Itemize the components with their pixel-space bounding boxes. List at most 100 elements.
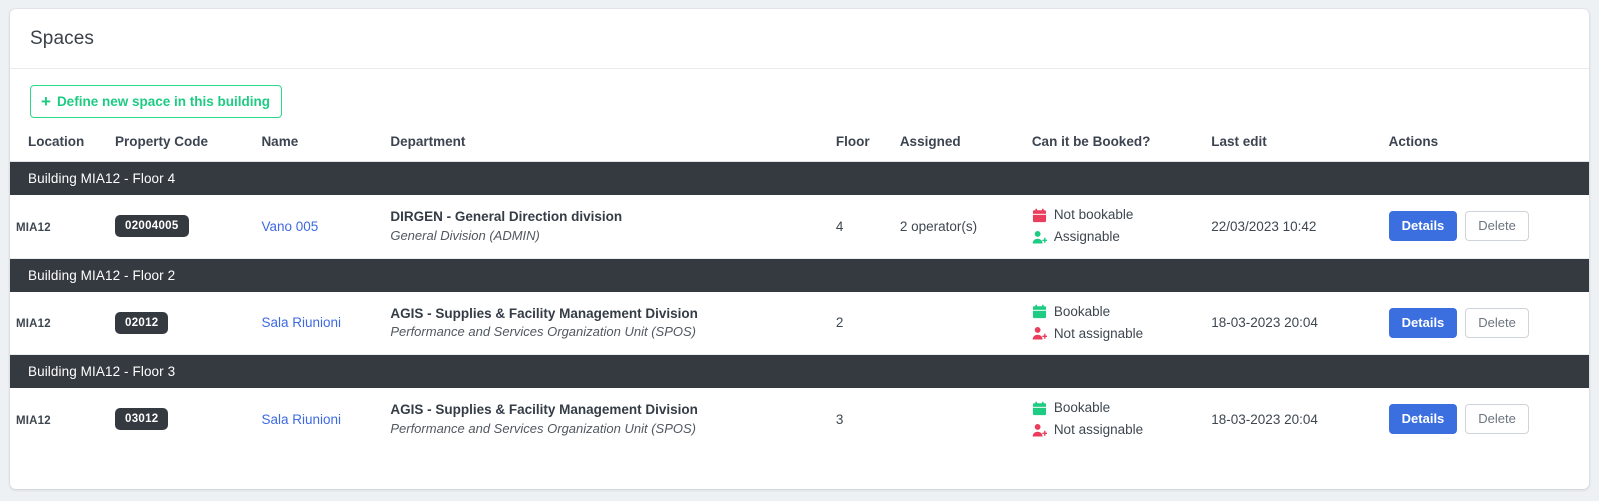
define-new-space-button[interactable]: + Define new space in this building	[30, 85, 282, 118]
column-header-department: Department	[384, 128, 830, 162]
cell-location: MIA12	[10, 291, 109, 355]
column-header-property-code: Property Code	[109, 128, 256, 162]
spaces-card: Spaces + Define new space in this buildi…	[10, 9, 1589, 489]
table-row: MIA12 02004005 Vano 005 DIRGEN - General Di…	[10, 195, 1589, 259]
group-header-row: Building MIA12 - Floor 2	[10, 258, 1589, 292]
column-header-actions: Actions	[1382, 128, 1589, 162]
page-title: Spaces	[30, 27, 94, 49]
property-code-badge: 02012	[115, 311, 169, 334]
floor-value: 2	[835, 315, 844, 331]
cell-assigned	[893, 291, 1026, 355]
table-body: Building MIA12 - Floor 4 MIA12 02004005 Van…	[10, 161, 1589, 451]
assignable-status: Not assignable	[1032, 420, 1199, 440]
delete-button[interactable]: Delete	[1465, 404, 1529, 435]
details-button[interactable]: Details	[1388, 307, 1458, 338]
space-name-link[interactable]: Sala Riunioni	[261, 412, 341, 427]
booking-status: Bookable	[1032, 302, 1199, 322]
location-code: MIA12	[16, 221, 51, 234]
spaces-table: Location Property Code Name Department F…	[10, 128, 1589, 451]
cell-location: MIA12	[10, 388, 109, 451]
cell-can-it-be-booked: Bookable Not assignable	[1025, 291, 1206, 355]
cell-department: AGIS - Supplies & Facility Management Di…	[384, 291, 830, 355]
cell-property-code: 02004005	[109, 195, 256, 259]
cell-floor: 4	[829, 195, 894, 259]
delete-button[interactable]: Delete	[1465, 211, 1529, 242]
table-header-row: Location Property Code Name Department F…	[10, 128, 1589, 162]
row-actions: Details Delete	[1388, 307, 1583, 338]
department-unit: Performance and Services Organization Un…	[390, 324, 696, 340]
assignable-status: Not assignable	[1032, 324, 1199, 344]
group-header-row: Building MIA12 - Floor 4	[10, 161, 1589, 195]
cell-name: Vano 005	[255, 195, 385, 259]
row-actions: Details Delete	[1388, 211, 1583, 242]
cell-property-code: 03012	[109, 388, 255, 451]
group-header-row: Building MIA12 - Floor 3	[10, 354, 1589, 388]
booking-status: Not bookable	[1032, 205, 1199, 225]
person-plus-icon	[1032, 327, 1047, 340]
booking-status-label: Bookable	[1053, 303, 1111, 319]
column-header-location: Location	[10, 128, 109, 162]
cell-last-edit: 18-03-2023 20:04	[1205, 291, 1383, 355]
page-background: Spaces + Define new space in this buildi…	[0, 0, 1599, 501]
cell-name: Sala Riunioni	[255, 388, 384, 451]
table-row: MIA12 02012 Sala Riunioni AGIS - Supplies &…	[10, 291, 1589, 355]
person-plus-icon	[1032, 230, 1047, 244]
plus-icon: +	[41, 91, 51, 111]
location-code: MIA12	[16, 414, 51, 427]
last-edit-value: 18-03-2023 20:04	[1211, 315, 1318, 331]
location-code: MIA12	[16, 318, 51, 331]
column-header-last-edit: Last edit	[1205, 128, 1383, 162]
row-actions: Details Delete	[1388, 404, 1583, 435]
column-header-assigned: Assigned	[893, 128, 1026, 162]
column-header-floor: Floor	[829, 128, 894, 162]
cell-location: MIA12	[10, 195, 109, 259]
department-unit: General Division (ADMIN)	[390, 227, 540, 243]
booking-status-label: Bookable	[1053, 400, 1111, 415]
table-row: MIA12 03012 Sala Riunioni AGIS - Supplies &…	[10, 388, 1589, 451]
assignable-status: Assignable	[1032, 227, 1199, 247]
assignable-status-label: Not assignable	[1053, 422, 1144, 438]
floor-value: 3	[835, 411, 844, 427]
space-name-link[interactable]: Sala Riunioni	[261, 315, 341, 330]
cell-actions: Details Delete	[1382, 291, 1589, 355]
column-header-can-it-be-booked: Can it be Booked?	[1025, 128, 1206, 162]
card-header: Spaces	[10, 9, 1589, 69]
last-edit-value: 22/03/2023 10:42	[1211, 218, 1317, 234]
delete-button[interactable]: Delete	[1465, 307, 1529, 338]
property-code-badge: 03012	[115, 408, 169, 431]
cell-actions: Details Delete	[1383, 388, 1589, 451]
assigned-value: 2 operator(s)	[899, 218, 978, 234]
cell-department: AGIS - Supplies & Facility Management Di…	[384, 388, 830, 451]
details-button[interactable]: Details	[1388, 211, 1458, 242]
calendar-icon	[1032, 304, 1046, 319]
cell-last-edit: 22/03/2023 10:42	[1205, 195, 1383, 259]
table-header: Location Property Code Name Department F…	[10, 128, 1589, 162]
cell-actions: Details Delete	[1382, 195, 1589, 259]
cell-floor: 2	[829, 291, 894, 355]
calendar-icon	[1032, 208, 1046, 222]
group-header-label: Building MIA12 - Floor 4	[10, 161, 1589, 195]
group-header-label: Building MIA12 - Floor 2	[10, 258, 1589, 292]
cell-assigned: 2 operator(s)	[893, 195, 1026, 259]
department-name: AGIS - Supplies & Facility Management Di…	[390, 402, 698, 418]
toolbar: + Define new space in this building	[10, 69, 1589, 128]
assignable-status-label: Assignable	[1053, 229, 1120, 245]
details-button[interactable]: Details	[1388, 404, 1458, 435]
floor-value: 4	[835, 218, 844, 234]
booking-status: Bookable	[1032, 398, 1199, 418]
column-header-name: Name	[255, 128, 385, 162]
define-new-space-label: Define new space in this building	[56, 93, 270, 109]
department-unit: Performance and Services Organization Un…	[390, 420, 696, 436]
property-code-badge: 02004005	[115, 215, 189, 238]
space-name-link[interactable]: Vano 005	[261, 219, 318, 234]
person-plus-icon	[1032, 423, 1047, 437]
cell-department: DIRGEN - General Direction division Gener…	[384, 195, 830, 259]
cell-can-it-be-booked: Bookable Not assignable	[1026, 388, 1205, 451]
cell-floor: 3	[830, 388, 894, 451]
group-header-label: Building MIA12 - Floor 3	[10, 354, 1589, 388]
booking-status-label: Not bookable	[1053, 207, 1134, 222]
cell-can-it-be-booked: Not bookable Assignable	[1025, 195, 1206, 259]
assignable-status-label: Not assignable	[1053, 325, 1144, 341]
cell-property-code: 02012	[109, 291, 256, 355]
last-edit-value: 18-03-2023 20:04	[1211, 411, 1318, 427]
